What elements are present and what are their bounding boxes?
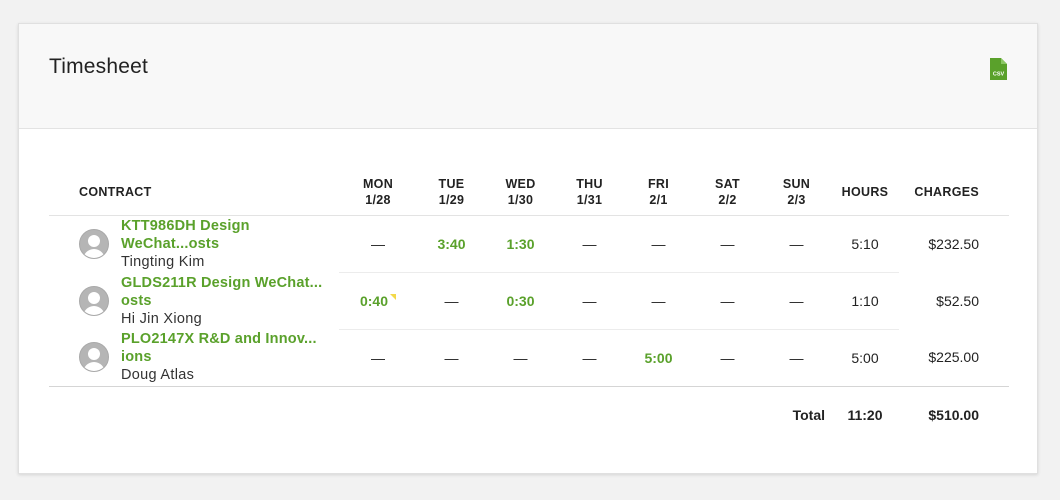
avatar	[79, 285, 109, 316]
day-cell-fri: —	[624, 272, 693, 330]
page-title: Timesheet	[49, 55, 149, 78]
column-header-tue: TUE 1/29	[438, 177, 465, 208]
day-cell-sun: —	[762, 272, 831, 330]
column-header-sun: SUN 2/3	[782, 177, 811, 208]
day-cell-tue: —	[417, 272, 486, 330]
day-hours: 0:40	[359, 292, 389, 309]
column-header-contract: CONTRACT	[79, 185, 152, 200]
row-hours: 1:10	[831, 272, 899, 330]
column-header-fri: FRI 2/1	[647, 177, 670, 208]
total-charges: $510.00	[928, 407, 979, 424]
column-header-hours: HOURS	[841, 185, 889, 200]
day-cell-wed: —	[486, 329, 555, 387]
column-header-thu: THU 1/31	[576, 177, 603, 208]
freelancer-name: Tingting Kim	[121, 253, 205, 270]
day-cell-mon[interactable]: 0:40	[339, 272, 417, 330]
timesheet-table: CONTRACT MON 1/28 TUE 1/29 WED 1/30 THU 1/31…	[49, 170, 1009, 444]
row-hours: 5:00	[831, 329, 899, 387]
day-cell-fri[interactable]: 5:00	[624, 329, 693, 387]
card-header: Timesheet CSV	[19, 24, 1037, 129]
freelancer-name: Doug Atlas	[121, 367, 195, 384]
column-header-charges: CHARGES	[914, 185, 979, 200]
day-cell-fri: —	[624, 215, 693, 273]
day-cell-sun: —	[762, 329, 831, 387]
day-cell-sat: —	[693, 215, 762, 273]
day-cell-wed[interactable]: 1:30	[486, 215, 555, 273]
day-cell-sun: —	[762, 215, 831, 273]
row-hours: 5:10	[831, 215, 899, 273]
table-header-row: CONTRACT MON 1/28 TUE 1/29 WED 1/30 THU 1/31…	[49, 170, 1009, 215]
total-hours: 11:20	[847, 407, 883, 424]
day-cell-wed[interactable]: 0:30	[486, 272, 555, 330]
day-cell-sat: —	[693, 329, 762, 387]
day-cell-tue: —	[417, 329, 486, 387]
day-cell-thu: —	[555, 272, 624, 330]
contract-link[interactable]: PLO2147X R&D and Innov... ions	[121, 330, 339, 366]
memo-flag-icon	[390, 293, 397, 300]
table-row: PLO2147X R&D and Innov... ions Doug Atla…	[49, 329, 1009, 387]
csv-file-icon[interactable]: CSV	[990, 58, 1007, 80]
contract-link[interactable]: GLDS211R Design WeChat... osts	[121, 274, 339, 310]
avatar	[79, 342, 109, 373]
contract-cell: GLDS211R Design WeChat... osts Hi Jin Xi…	[49, 272, 339, 329]
day-cell-thu: —	[555, 215, 624, 273]
day-cell-mon: —	[339, 215, 417, 273]
row-charges: $232.50	[928, 235, 979, 252]
freelancer-name: Hi Jin Xiong	[121, 310, 202, 327]
column-header-wed: WED 1/30	[505, 177, 536, 208]
total-row: Total 11:20 $510.00	[49, 386, 1009, 444]
row-charges: $225.00	[899, 329, 1009, 387]
column-header-mon: MON 1/28	[362, 177, 394, 208]
column-header-sat: SAT 2/2	[715, 177, 740, 208]
avatar	[79, 228, 109, 259]
day-cell-tue[interactable]: 3:40	[417, 215, 486, 273]
day-cell-mon: —	[339, 329, 417, 387]
table-row: GLDS211R Design WeChat... osts Hi Jin Xi…	[49, 272, 1009, 330]
csv-icon-label: CSV	[993, 72, 1005, 78]
row-charges: $52.50	[936, 292, 979, 309]
day-cell-thu: —	[555, 329, 624, 387]
table-row: KTT986DH Design WeChat...osts Tingting K…	[49, 215, 1009, 273]
day-cell-sat: —	[693, 272, 762, 330]
contract-cell: PLO2147X R&D and Innov... ions Doug Atla…	[49, 329, 339, 387]
timesheet-card: Timesheet CSV CONTRACT MON 1/28 TUE 1/29 W…	[18, 23, 1038, 474]
contract-cell: KTT986DH Design WeChat...osts Tingting K…	[49, 215, 339, 272]
total-label: Total	[792, 407, 825, 424]
contract-link[interactable]: KTT986DH Design WeChat...osts	[121, 217, 339, 253]
